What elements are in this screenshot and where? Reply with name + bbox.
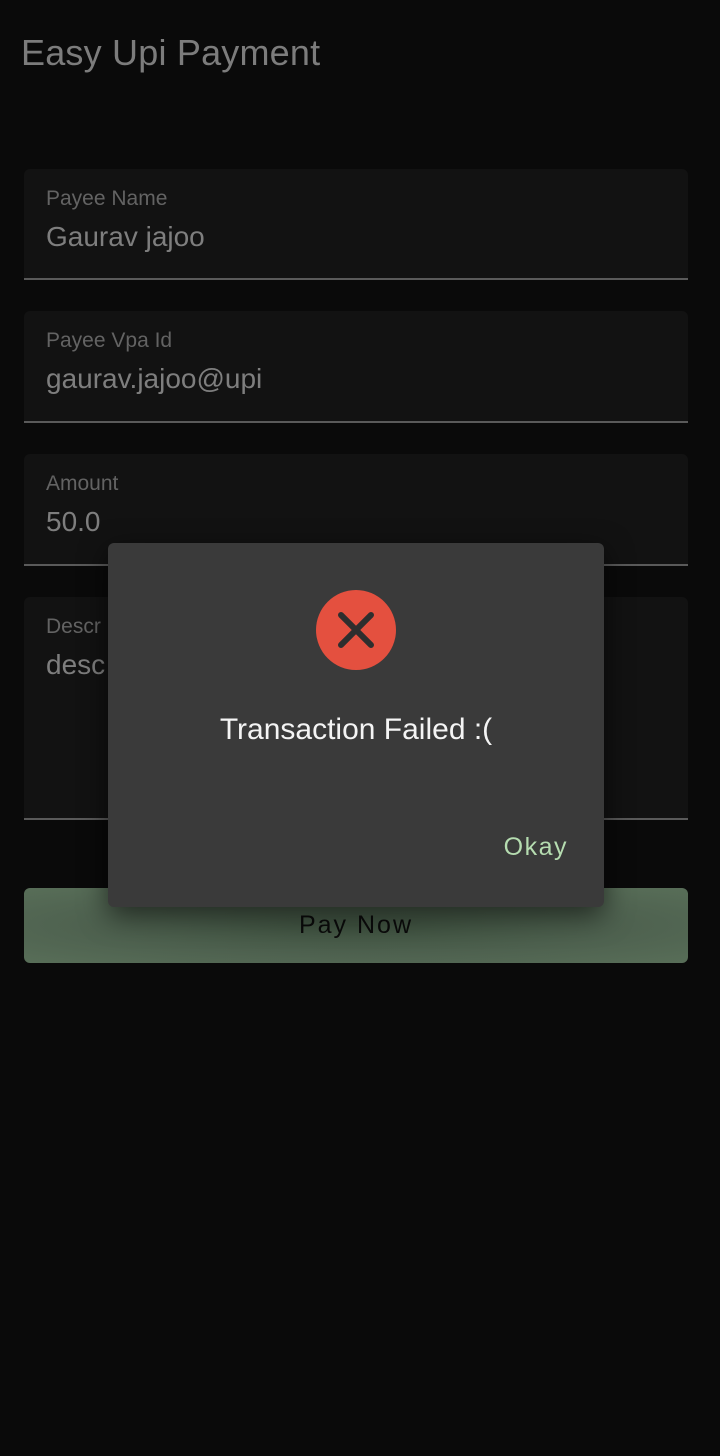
payee-vpa-label: Payee Vpa Id: [46, 329, 173, 352]
payee-name-value: Gaurav jajoo: [46, 221, 205, 252]
description-value: desc: [46, 649, 106, 680]
okay-button[interactable]: Okay: [504, 833, 568, 862]
app-title: Easy Upi Payment: [21, 32, 321, 73]
description-label: Descr: [46, 615, 101, 638]
payment-screen: Easy Upi Payment Payee Name Gaurav jajoo…: [0, 0, 720, 1456]
dialog-message: Transaction Failed :(: [219, 713, 493, 746]
amount-value: 50.0: [46, 506, 101, 537]
transaction-failed-dialog: Transaction Failed :( Okay: [108, 543, 604, 907]
payee-vpa-value: gaurav.jajoo@upi: [46, 363, 263, 394]
amount-label: Amount: [46, 472, 119, 495]
payee-name-label: Payee Name: [46, 187, 168, 210]
payee-name-field[interactable]: Payee Name Gaurav jajoo: [24, 169, 688, 280]
payee-vpa-field[interactable]: Payee Vpa Id gaurav.jajoo@upi: [24, 311, 688, 423]
error-icon: [316, 590, 396, 670]
